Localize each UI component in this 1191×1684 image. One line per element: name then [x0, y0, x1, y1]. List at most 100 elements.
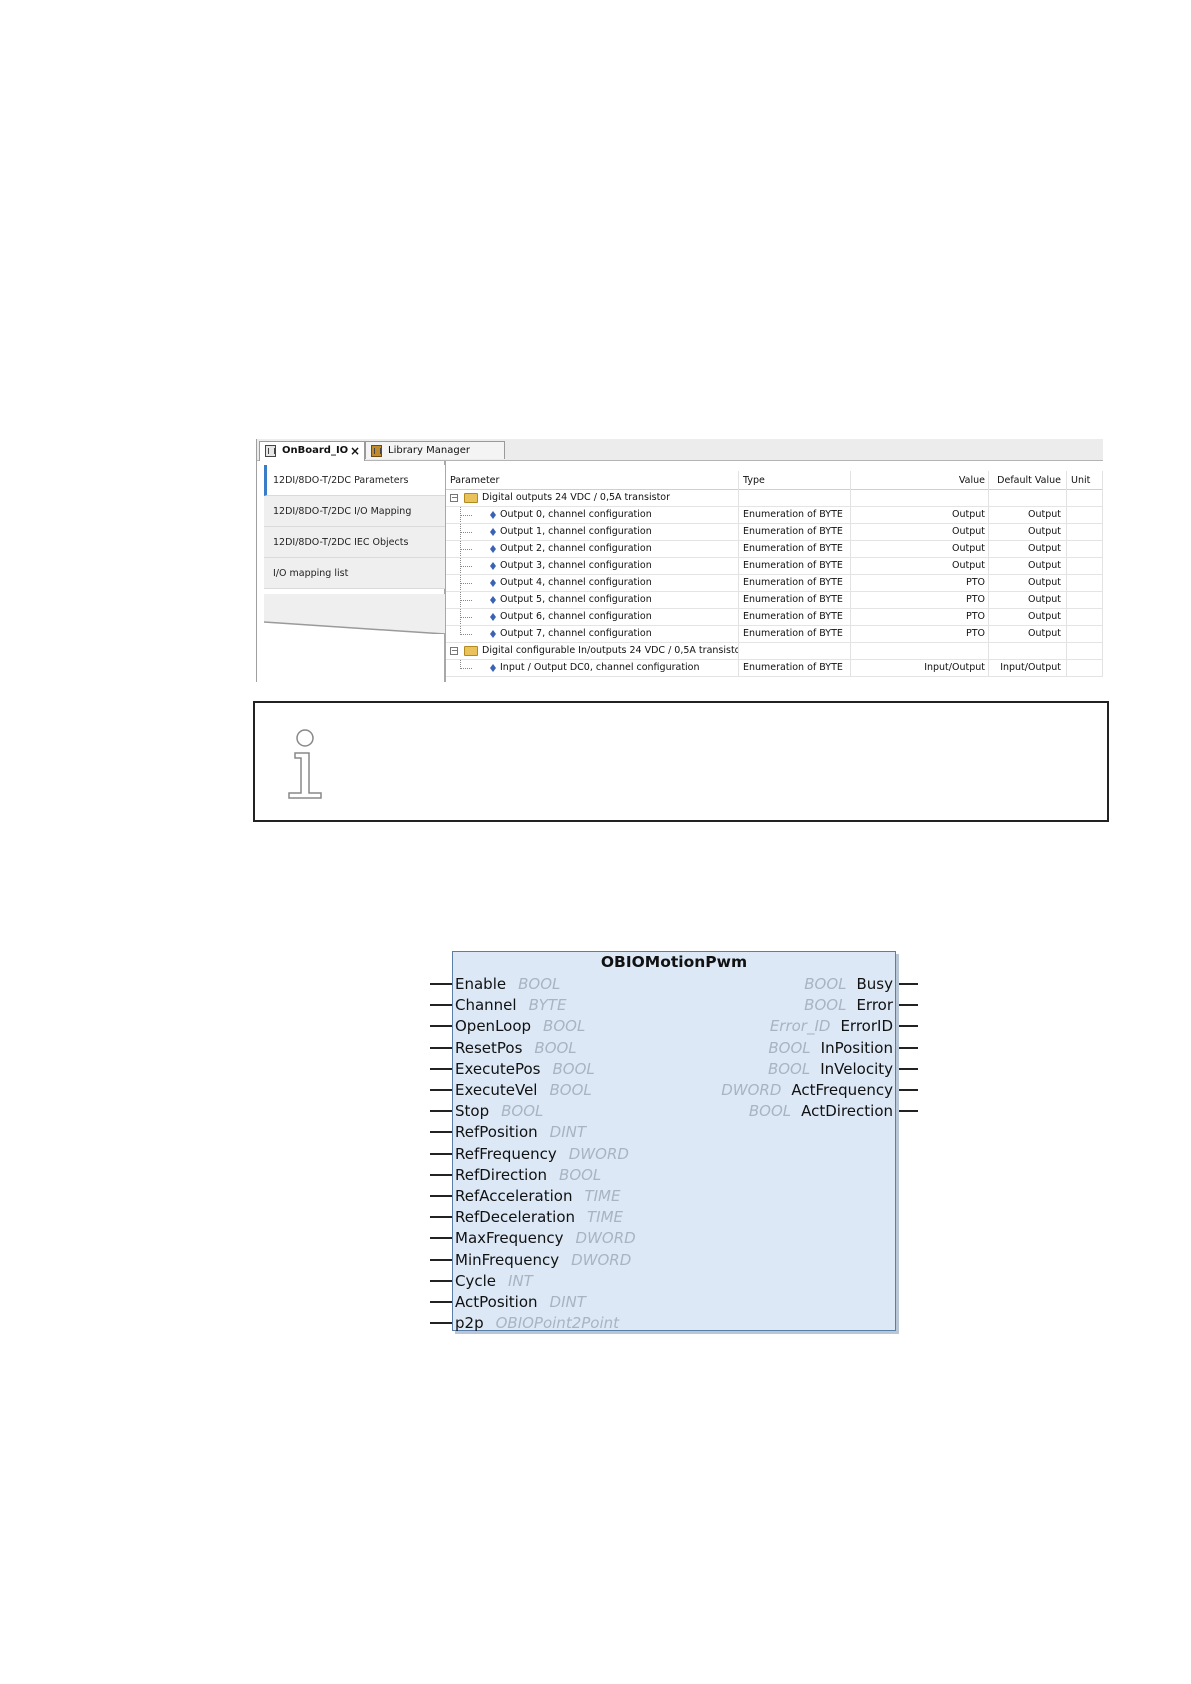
header-value[interactable]: Value — [851, 471, 989, 490]
parameter-icon — [490, 613, 496, 621]
value-cell[interactable]: PTO — [851, 609, 989, 625]
output-wire — [896, 1046, 918, 1049]
table-row[interactable]: Output 5, channel configuration Enumerat… — [446, 592, 1103, 609]
library-icon — [371, 445, 382, 457]
pin-name: Channel — [455, 996, 517, 1015]
parameter-name: Output 2, channel configuration — [500, 543, 652, 554]
output-pin: Error_ID ErrorID — [770, 1016, 893, 1036]
parameter-cell: Output 4, channel configuration — [446, 575, 739, 591]
group-row-digital-configurable[interactable]: − Digital configurable In/outputs 24 VDC… — [446, 643, 1103, 660]
value-cell[interactable]: PTO — [851, 575, 989, 591]
pin-type: BOOL — [767, 1059, 811, 1078]
parameter-cell: Output 0, channel configuration — [446, 507, 739, 523]
table-header: Parameter Type Value Default Value Unit — [446, 471, 1103, 490]
parameter-cell: Output 3, channel configuration — [446, 558, 739, 574]
pin-type: BOOL — [804, 975, 847, 993]
parameter-icon — [490, 511, 496, 519]
header-type[interactable]: Type — [739, 471, 851, 490]
input-pin: RefFrequency DWORD — [455, 1144, 629, 1164]
parameter-name: Output 6, channel configuration — [500, 611, 652, 622]
table-row[interactable]: Input / Output DC0, channel configuratio… — [446, 660, 1103, 677]
nav-item-io-mapping-list[interactable]: I/O mapping list — [264, 558, 445, 589]
pin-type: OBIOPoint2Point — [495, 1314, 620, 1333]
pin-type: BOOL — [543, 1017, 586, 1036]
input-pin: OpenLoop BOOL — [455, 1016, 585, 1036]
header-unit[interactable]: Unit — [1067, 471, 1103, 490]
collapse-icon[interactable]: − — [450, 494, 458, 502]
input-pin: RefDeceleration TIME — [455, 1207, 623, 1227]
value-cell[interactable]: PTO — [851, 626, 989, 642]
group-row-digital-outputs[interactable]: − Digital outputs 24 VDC / 0,5A transist… — [446, 490, 1103, 507]
default-cell: Output — [989, 575, 1067, 591]
pin-type: BOOL — [804, 996, 847, 1015]
output-wire — [896, 983, 918, 985]
input-wire — [430, 1025, 452, 1028]
table-row[interactable]: Output 6, channel configuration Enumerat… — [446, 609, 1103, 626]
input-wire — [430, 1237, 452, 1240]
parameter-cell: Output 2, channel configuration — [446, 541, 739, 557]
value-cell[interactable]: Output — [851, 524, 989, 540]
input-pin: p2p OBIOPoint2Point — [455, 1313, 619, 1333]
input-wire — [430, 1173, 452, 1176]
parameter-cell: Output 5, channel configuration — [446, 592, 739, 608]
table-row[interactable]: Output 4, channel configuration Enumerat… — [446, 575, 1103, 592]
parameter-name: Output 4, channel configuration — [500, 577, 652, 588]
value-cell[interactable]: Output — [851, 558, 989, 574]
parameter-icon — [490, 579, 496, 587]
default-cell: Output — [989, 558, 1067, 574]
output-pin: BOOL ActDirection — [749, 1101, 893, 1121]
pin-name: RefFrequency — [455, 1144, 557, 1163]
value-cell[interactable]: Input/Output — [851, 660, 989, 676]
output-pin: DWORD ActFrequency — [721, 1080, 893, 1100]
tab-onboard-io[interactable]: OnBoard_IO × — [259, 441, 365, 461]
output-pin: BOOL Error — [804, 995, 893, 1015]
header-default-value[interactable]: Default Value — [989, 471, 1067, 490]
default-cell: Output — [989, 626, 1067, 642]
nav-item-io-mapping[interactable]: 12DI/8DO-T/2DC I/O Mapping — [264, 496, 445, 527]
parameter-name: Output 7, channel configuration — [500, 628, 652, 639]
nav-item-parameters[interactable]: 12DI/8DO-T/2DC Parameters — [264, 465, 445, 496]
pin-name: MaxFrequency — [455, 1229, 564, 1248]
parameter-icon — [490, 562, 496, 570]
tab-library-manager[interactable]: Library Manager — [365, 441, 505, 459]
output-pin: BOOL InVelocity — [768, 1059, 893, 1079]
nav-item-iec-objects[interactable]: 12DI/8DO-T/2DC IEC Objects — [264, 527, 445, 558]
input-pin: ResetPos BOOL — [455, 1038, 577, 1058]
pin-name: ExecuteVel — [455, 1081, 538, 1099]
value-cell[interactable]: PTO — [851, 592, 989, 608]
pin-type: BOOL — [748, 1102, 792, 1121]
unit-cell — [1067, 541, 1103, 557]
tab-label: Library Manager — [388, 445, 470, 456]
pin-type: BOOL — [534, 1038, 577, 1057]
unit-cell — [1067, 626, 1103, 642]
info-box — [253, 701, 1109, 822]
parameter-cell: Output 6, channel configuration — [446, 609, 739, 625]
pin-name: OpenLoop — [455, 1017, 532, 1036]
collapse-icon[interactable]: − — [450, 647, 458, 655]
table-row[interactable]: Output 1, channel configuration Enumerat… — [446, 524, 1103, 541]
value-cell[interactable]: Output — [851, 507, 989, 523]
cell — [989, 643, 1067, 659]
table-row[interactable]: Output 0, channel configuration Enumerat… — [446, 507, 1103, 524]
output-pin: BOOL InPosition — [768, 1038, 893, 1058]
cell — [851, 643, 989, 659]
parameter-cell: Output 7, channel configuration — [446, 626, 739, 642]
pin-type: INT — [508, 1271, 533, 1290]
unit-cell — [1067, 609, 1103, 625]
table-row[interactable]: Output 3, channel configuration Enumerat… — [446, 558, 1103, 575]
pin-name: Error — [856, 996, 893, 1015]
close-icon[interactable]: × — [350, 442, 360, 460]
header-parameter[interactable]: Parameter — [446, 471, 739, 490]
input-pin: Cycle INT — [455, 1271, 533, 1291]
pin-type: TIME — [584, 1187, 621, 1205]
pin-name: ExecutePos — [455, 1059, 541, 1078]
pin-name: Stop — [455, 1102, 490, 1121]
default-cell: Output — [989, 609, 1067, 625]
table-row[interactable]: Output 2, channel configuration Enumerat… — [446, 541, 1103, 558]
type-cell: Enumeration of BYTE — [739, 609, 851, 625]
parameter-icon — [490, 545, 496, 553]
table-row[interactable]: Output 7, channel configuration Enumerat… — [446, 626, 1103, 643]
tab-strip: OnBoard_IO × Library Manager — [257, 439, 1103, 461]
pin-type: DINT — [549, 1123, 587, 1142]
value-cell[interactable]: Output — [851, 541, 989, 557]
